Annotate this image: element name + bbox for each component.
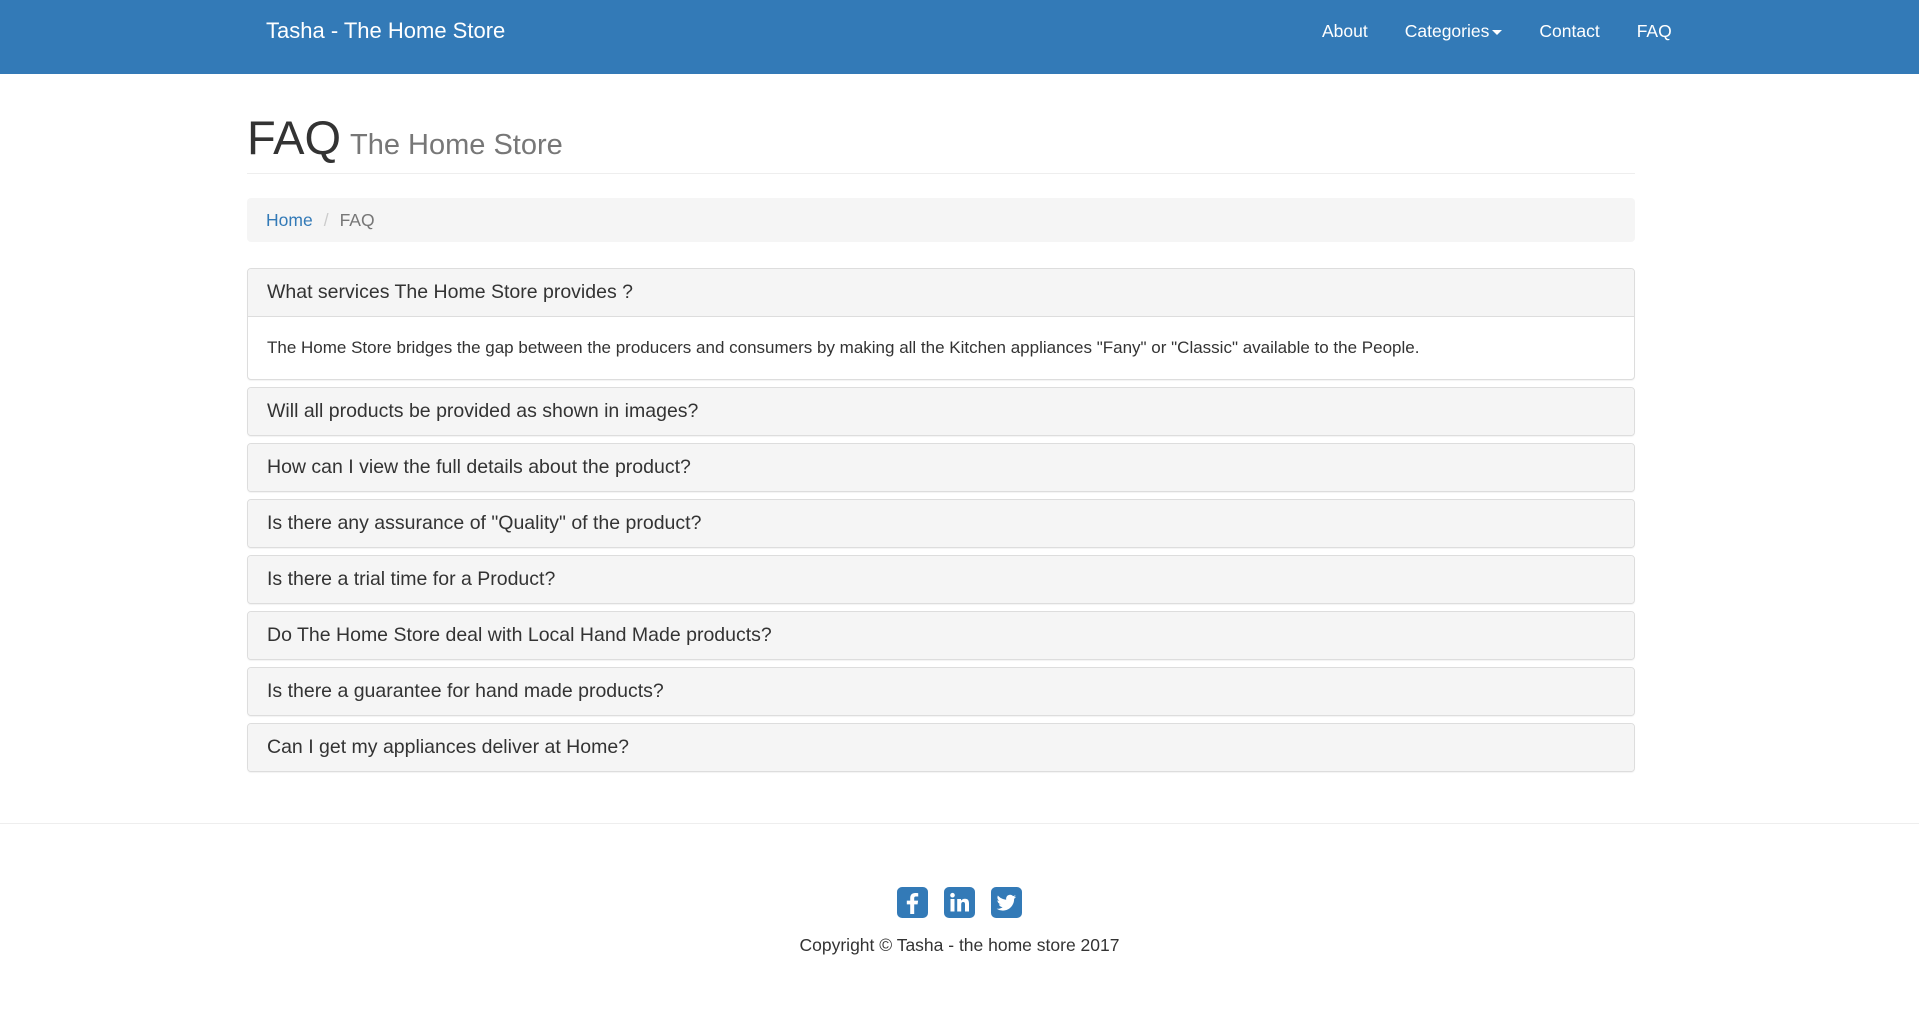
nav-faq-link[interactable]: FAQ (1637, 21, 1672, 42)
faq-panel: What services The Home Store provides ? … (247, 268, 1635, 380)
nav-about-link[interactable]: About (1322, 21, 1368, 42)
nav-categories-label: Categories (1404, 20, 1490, 41)
linkedin-icon[interactable] (944, 887, 975, 918)
faq-panel: Is there a guarantee for hand made produ… (247, 667, 1635, 716)
brand-link[interactable]: Tasha - The Home Store (266, 0, 505, 62)
social-links (0, 887, 1919, 918)
faq-panel: Is there any assurance of "Quality" of t… (247, 499, 1635, 548)
faq-question[interactable]: What services The Home Store provides ? (248, 269, 1634, 317)
faq-question[interactable]: Do The Home Store deal with Local Hand M… (248, 612, 1634, 659)
faq-question[interactable]: How can I view the full details about th… (248, 444, 1634, 491)
faq-question[interactable]: Can I get my appliances deliver at Home? (248, 724, 1634, 771)
faq-answer: The Home Store bridges the gap between t… (267, 338, 1420, 357)
faq-question[interactable]: Is there a guarantee for hand made produ… (248, 668, 1634, 715)
faq-panel: Is there a trial time for a Product? (247, 555, 1635, 604)
copyright-text: Copyright © Tasha - the home store 2017 (799, 935, 1120, 955)
page-subtitle: The Home Store (350, 129, 563, 161)
page-title: FAQ (247, 111, 342, 164)
faq-panel: Can I get my appliances deliver at Home? (247, 723, 1635, 772)
faq-panel: How can I view the full details about th… (247, 443, 1635, 492)
nav-contact-link[interactable]: Contact (1539, 21, 1599, 42)
main-container: FAQ The Home Store Home / FAQ What servi… (247, 74, 1635, 779)
faq-question[interactable]: Will all products be provided as shown i… (248, 388, 1634, 435)
breadcrumb-home-link[interactable]: Home (266, 210, 313, 231)
page-header: FAQ The Home Store (247, 112, 1635, 174)
faq-question[interactable]: Is there a trial time for a Product? (248, 556, 1634, 603)
facebook-icon[interactable] (897, 887, 928, 918)
twitter-icon[interactable] (991, 887, 1022, 918)
breadcrumb: Home / FAQ (247, 198, 1635, 242)
faq-question[interactable]: Is there any assurance of "Quality" of t… (248, 500, 1634, 547)
faq-accordion: What services The Home Store provides ? … (247, 268, 1635, 772)
caret-down-icon (1492, 29, 1503, 35)
breadcrumb-separator: / (323, 209, 329, 230)
footer-divider (0, 823, 1919, 824)
faq-panel: Will all products be provided as shown i… (247, 387, 1635, 436)
top-navbar: Tasha - The Home Store About Categories … (0, 0, 1919, 74)
nav-links: About Categories Contact FAQ (1303, 0, 1672, 62)
nav-categories-dropdown[interactable]: Categories (1405, 21, 1503, 42)
breadcrumb-current: FAQ (339, 209, 375, 230)
faq-panel: Do The Home Store deal with Local Hand M… (247, 611, 1635, 660)
